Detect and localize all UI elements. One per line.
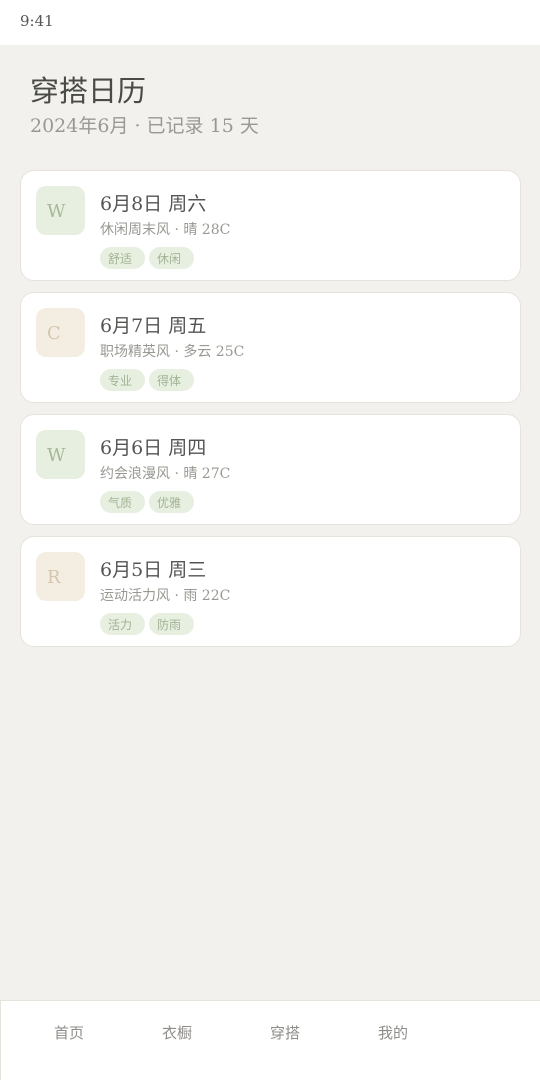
entry-tags: 舒适 休闲 [100,247,198,269]
outfit-avatar: C [36,308,85,357]
outfit-entry-card[interactable]: C 6月7日 周五 职场精英风 · 多云 25C 专业 得体 [20,292,521,403]
tab-outfits[interactable]: 穿搭 [270,1023,300,1043]
style-tag: 得体 [149,369,194,391]
entry-date: 6月7日 周五 [100,315,207,337]
entry-description: 运动活力风 · 雨 22C [100,588,231,604]
tab-home[interactable]: 首页 [54,1023,84,1043]
style-tag: 防雨 [149,613,194,635]
style-tag: 气质 [100,491,145,513]
page-subtitle: 2024年6月 · 已记录 15 天 [30,115,259,137]
entry-date: 6月6日 周四 [100,437,207,459]
tab-wardrobe[interactable]: 衣橱 [162,1023,192,1043]
app-screen: 9:41 穿搭日历 2024年6月 · 已记录 15 天 W 6月8日 周六 休… [0,0,540,1080]
entry-tags: 气质 优雅 [100,491,198,513]
entry-description: 约会浪漫风 · 晴 27C [100,466,231,482]
outfit-avatar: R [36,552,85,601]
status-bar: 9:41 [0,0,540,45]
outfit-entry-card[interactable]: W 6月6日 周四 约会浪漫风 · 晴 27C 气质 优雅 [20,414,521,525]
page-title: 穿搭日历 [30,74,147,108]
outfit-calendar-list: W 6月8日 周六 休闲周末风 · 晴 28C 舒适 休闲 C 6月7日 周五 职… [20,170,521,658]
style-tag: 舒适 [100,247,145,269]
entry-tags: 专业 得体 [100,369,198,391]
outfit-avatar: W [36,430,85,479]
bottom-tab-bar: 首页 衣橱 穿搭 我的 [0,1000,540,1080]
entry-date: 6月5日 周三 [100,559,207,581]
outfit-entry-card[interactable]: R 6月5日 周三 运动活力风 · 雨 22C 活力 防雨 [20,536,521,647]
status-time: 9:41 [20,12,54,30]
entry-description: 休闲周末风 · 晴 28C [100,222,231,238]
style-tag: 专业 [100,369,145,391]
style-tag: 活力 [100,613,145,635]
entry-description: 职场精英风 · 多云 25C [100,344,245,360]
outfit-avatar: W [36,186,85,235]
tab-profile[interactable]: 我的 [378,1023,408,1043]
style-tag: 休闲 [149,247,194,269]
page-header: 穿搭日历 2024年6月 · 已记录 15 天 [30,72,259,138]
style-tag: 优雅 [149,491,194,513]
outfit-entry-card[interactable]: W 6月8日 周六 休闲周末风 · 晴 28C 舒适 休闲 [20,170,521,281]
entry-date: 6月8日 周六 [100,193,207,215]
entry-tags: 活力 防雨 [100,613,198,635]
